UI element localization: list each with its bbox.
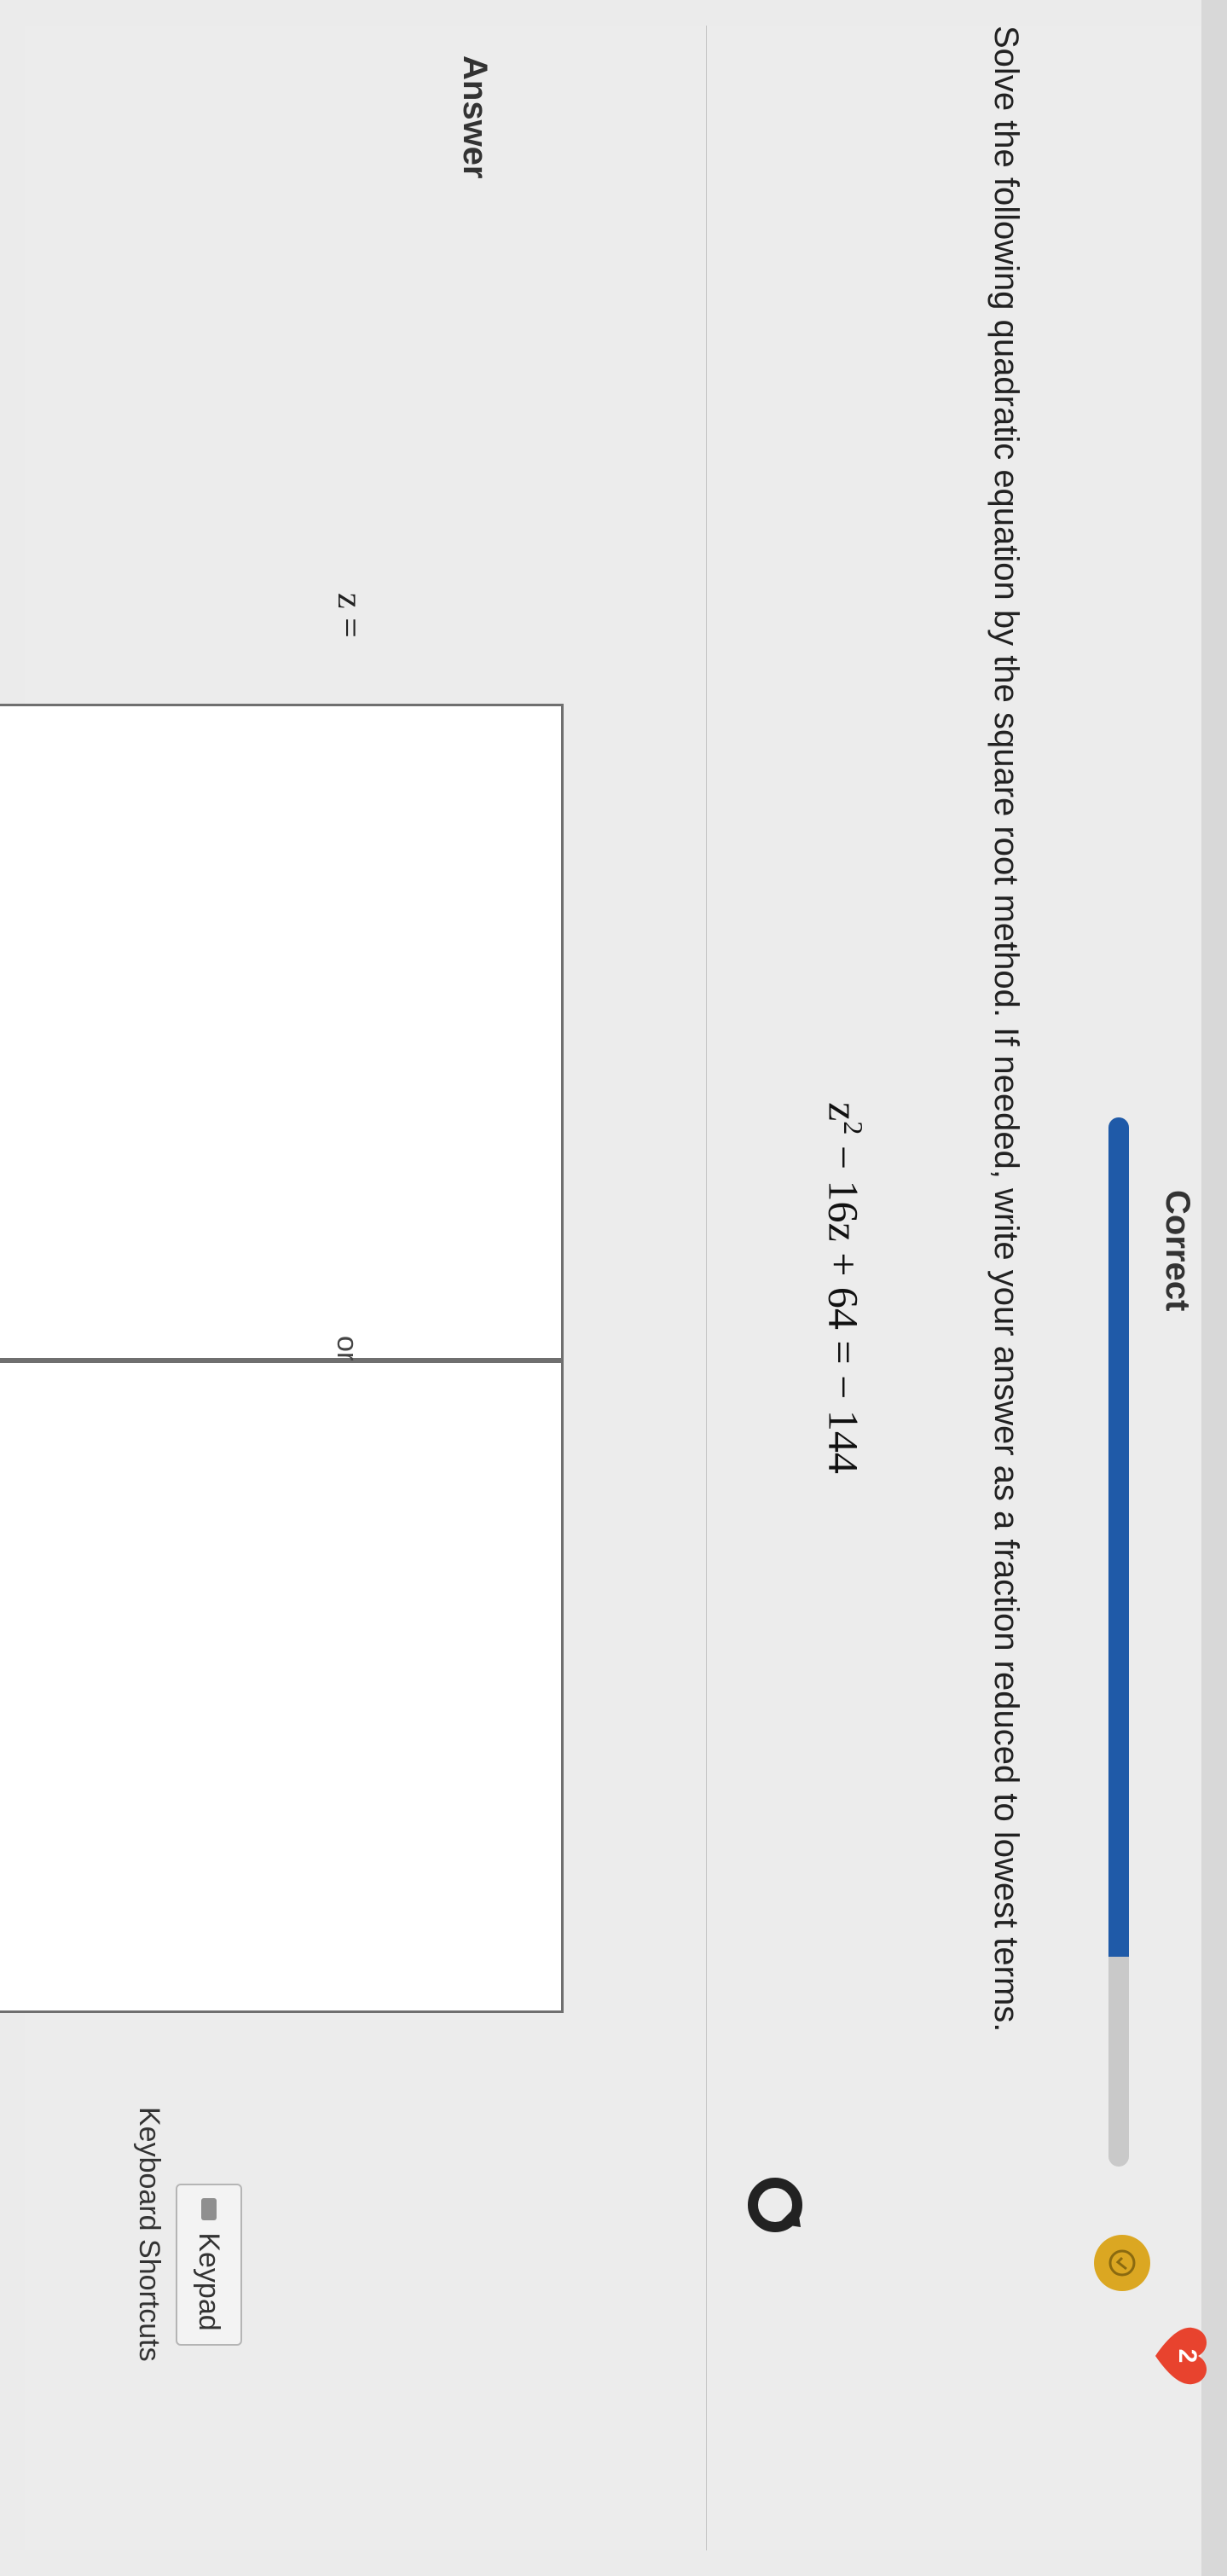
keypad-label: Keypad <box>193 2232 226 2331</box>
question-text: Solve the following quadratic equation b… <box>987 26 1025 2033</box>
heart-icon: 2 <box>1147 2320 1218 2392</box>
cursor-glyph <box>748 2178 802 2232</box>
divider <box>706 26 707 2550</box>
heart-count: 2 <box>1173 2348 1201 2364</box>
equation-base: z <box>819 1102 868 1122</box>
keyboard-shortcuts-link[interactable]: Keyboard Shortcuts <box>132 2107 165 2362</box>
equation-rest: − 16z + 64 = − 144 <box>819 1134 868 1474</box>
screen: Correct 2 Solve the following quadratic … <box>0 0 1227 2576</box>
equation-exponent: 2 <box>838 1121 869 1135</box>
medal-icon <box>1094 2235 1150 2291</box>
variable-label: z = <box>330 593 369 638</box>
top-strip <box>1201 0 1227 2576</box>
answer-label: Answer <box>456 55 494 179</box>
answer-input-2[interactable] <box>0 1361 564 2013</box>
keypad-button[interactable]: Keypad <box>176 2184 242 2346</box>
progress-fill <box>1108 1117 1129 1957</box>
keypad-icon <box>201 2198 217 2221</box>
equation: z2 − 16z + 64 = − 144 <box>819 0 869 2576</box>
status-label: Correct <box>1159 1190 1196 1312</box>
answer-input-1[interactable] <box>0 704 564 1361</box>
medal-glyph <box>1108 2249 1136 2277</box>
or-label: or <box>331 1336 363 1362</box>
loading-cursor-icon <box>741 2171 809 2239</box>
